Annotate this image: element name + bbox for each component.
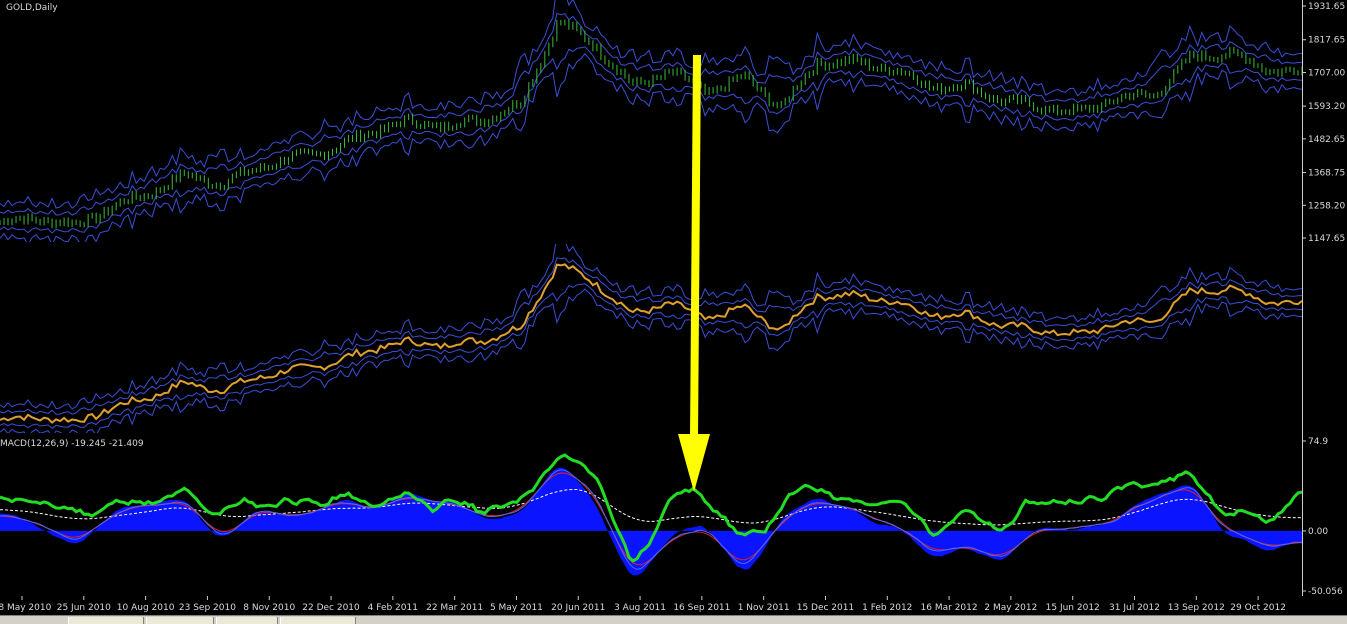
arrow-shaft	[690, 54, 701, 439]
price-panel[interactable]	[0, 0, 1347, 245]
y-tick-label: 1147.65	[1308, 234, 1345, 244]
x-tick-label: 16 Mar 2012	[921, 603, 978, 613]
y-tick-label: 1707.00	[1308, 68, 1345, 78]
x-tick-label: 22 Mar 2011	[426, 603, 483, 613]
x-tick-label: 15 Dec 2011	[797, 603, 855, 613]
x-tick-label: 1 Feb 2012	[862, 603, 912, 613]
upper-band	[0, 244, 1302, 410]
upper-band	[0, 0, 1302, 209]
x-tick-label: 5 May 2011	[490, 603, 543, 613]
macd-panel[interactable]	[0, 453, 1347, 596]
y-tick-label: 1817.65	[1308, 36, 1345, 46]
symbol-label: GOLD,Daily	[6, 3, 58, 13]
x-tick-label: 10 Aug 2010	[117, 603, 175, 613]
x-tick-label: 18 May 2010	[0, 603, 52, 613]
x-tick-label: 22 Dec 2010	[302, 603, 360, 613]
inner-upper-band	[0, 12, 1302, 216]
x-tick-label: 29 Oct 2012	[1230, 603, 1286, 613]
inner-upper-band	[0, 257, 1302, 415]
x-tick-label: 16 Sep 2011	[673, 603, 730, 613]
x-tick-label: 20 Jun 2011	[551, 603, 605, 613]
chart-canvas[interactable]: 1931.65 1817.65 1707.00 1593.20 1482.65 1368.…	[0, 0, 1347, 615]
close-line	[0, 263, 1302, 424]
x-tick-label: 13 Sep 2012	[1168, 603, 1225, 613]
inner-lower-band	[0, 283, 1302, 429]
x-tick-label: 1 Nov 2011	[738, 603, 790, 613]
arrow-head	[678, 434, 710, 492]
y-tick-label: 1258.20	[1308, 201, 1345, 211]
y-tick-label: 0.00	[1308, 527, 1328, 537]
x-tick-label: 31 Jul 2012	[1109, 603, 1160, 613]
y-tick-label: 1482.65	[1308, 135, 1345, 145]
x-tick-label: 8 Nov 2010	[243, 603, 295, 613]
macd-label: MACD(12,26,9) -19.245 -21.409	[0, 439, 144, 449]
close-line-panel[interactable]	[0, 236, 1347, 437]
lower-band	[0, 53, 1302, 242]
x-tick-label: 23 Sep 2010	[179, 603, 236, 613]
y-tick-label: 1368.75	[1308, 169, 1345, 179]
inner-lower-band	[0, 46, 1302, 234]
chart-window[interactable]: 1931.65 1817.65 1707.00 1593.20 1482.65 1368.…	[0, 0, 1347, 624]
x-tick-label: 25 Jun 2010	[57, 603, 111, 613]
y-tick-label: 1593.20	[1308, 102, 1345, 112]
y-tick-label: -50.056	[1308, 587, 1343, 597]
x-tick-label: 15 Jun 2012	[1046, 603, 1100, 613]
annotation-arrow	[678, 54, 710, 492]
y-tick-label: 74.9	[1308, 437, 1328, 447]
y-tick-label: 1931.65	[1308, 2, 1345, 12]
x-tick-label: 4 Feb 2011	[368, 603, 418, 613]
x-tick-label: 3 Aug 2011	[614, 603, 666, 613]
x-tick-label: 2 May 2012	[984, 603, 1037, 613]
